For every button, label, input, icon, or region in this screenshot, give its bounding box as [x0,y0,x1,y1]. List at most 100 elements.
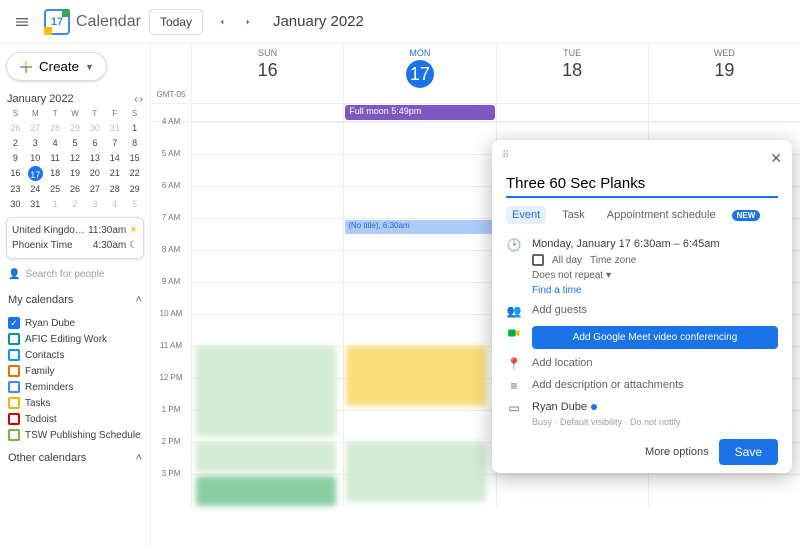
mini-day[interactable]: 17 [28,166,43,181]
prev-period-button[interactable] [211,11,233,33]
mini-day[interactable]: 28 [46,121,65,135]
mini-day[interactable]: 29 [125,182,144,196]
mini-day[interactable]: 15 [125,151,144,165]
tab-task[interactable]: Task [556,206,591,224]
time-slot[interactable] [191,186,343,218]
add-guests[interactable]: Add guests [532,304,778,316]
allday-checkbox[interactable] [532,254,544,266]
event-title-input[interactable] [506,171,778,198]
add-location[interactable]: Add location [532,357,778,369]
time-slot[interactable] [191,250,343,282]
time-slot[interactable] [343,186,495,218]
mini-day[interactable]: 8 [125,136,144,150]
day-header[interactable]: TUE18 [496,44,648,104]
drag-handle-icon[interactable]: ⠿ [502,150,511,167]
mini-day[interactable]: 27 [85,182,104,196]
mini-day[interactable]: 30 [6,197,25,211]
time-slot[interactable] [648,474,800,506]
mini-day[interactable]: 19 [66,166,85,181]
tab-appointment[interactable]: Appointment schedule [601,206,722,224]
mini-day[interactable]: 4 [46,136,65,150]
calendar-checkbox[interactable] [8,413,20,425]
calendar-checkbox[interactable] [8,365,20,377]
mini-day[interactable]: 9 [6,151,25,165]
mini-day[interactable]: 30 [85,121,104,135]
calendar-checkbox[interactable] [8,397,20,409]
next-period-button[interactable] [237,11,259,33]
mini-day[interactable]: 11 [46,151,65,165]
save-button[interactable]: Save [719,439,778,465]
calendar-checkbox[interactable] [8,333,20,345]
add-meet-button[interactable]: Add Google Meet video conferencing [532,326,778,349]
search-people-input[interactable]: 👤 Search for people [6,265,144,284]
create-button[interactable]: Create ▼ [6,52,107,81]
add-description[interactable]: Add description or attachments [532,379,778,391]
mini-day[interactable]: 26 [6,121,25,135]
calendar-list-item[interactable]: Contacts [6,348,144,362]
time-slot[interactable] [343,122,495,154]
mini-day[interactable]: 7 [105,136,124,150]
mini-next-icon[interactable]: › [140,94,143,105]
more-options-button[interactable]: More options [645,446,709,458]
time-slot[interactable] [191,154,343,186]
calendar-list-item[interactable]: Tasks [6,396,144,410]
calendar-checkbox[interactable] [8,429,20,441]
mini-day[interactable]: 31 [105,121,124,135]
mini-day[interactable]: 29 [66,121,85,135]
time-slot[interactable] [343,314,495,346]
close-icon[interactable]: ✕ [770,150,782,167]
mini-day[interactable]: 22 [125,166,144,181]
time-slot[interactable] [191,282,343,314]
mini-day[interactable]: 1 [46,197,65,211]
calendar-list-item[interactable]: Reminders [6,380,144,394]
calendar-list-item[interactable]: Ryan Dube [6,316,144,330]
owner-visibility[interactable]: Busy · Default visibility · Do not notif… [532,417,778,427]
my-calendars-toggle[interactable]: My calendars ˄ [6,290,144,310]
mini-day[interactable]: 5 [125,197,144,211]
time-slot[interactable] [496,474,648,506]
mini-day[interactable]: 1 [125,121,144,135]
mini-day[interactable]: 12 [66,151,85,165]
mini-day[interactable]: 13 [85,151,104,165]
time-slot[interactable] [343,282,495,314]
timezone-link[interactable]: Time zone [590,255,636,266]
time-slot[interactable] [343,250,495,282]
time-slot[interactable] [343,154,495,186]
mini-prev-icon[interactable]: ‹ [134,94,137,105]
mini-day[interactable]: 31 [26,197,45,211]
time-slot[interactable] [191,218,343,250]
calendar-list-item[interactable]: AFIC Editing Work [6,332,144,346]
day-header[interactable]: MON17 [343,44,495,104]
today-button[interactable]: Today [149,9,203,35]
mini-day[interactable]: 2 [66,197,85,211]
time-slot[interactable] [191,314,343,346]
mini-day[interactable]: 14 [105,151,124,165]
calendar-checkbox[interactable] [8,349,20,361]
find-a-time-link[interactable]: Find a time [532,285,778,296]
calendar-list-item[interactable]: Todoist [6,412,144,426]
mini-day[interactable]: 2 [6,136,25,150]
time-slot[interactable] [191,122,343,154]
mini-day[interactable]: 24 [26,182,45,196]
mini-day[interactable]: 21 [105,166,124,181]
mini-day[interactable]: 27 [26,121,45,135]
mini-day[interactable]: 25 [46,182,65,196]
calendar-list-item[interactable]: TSW Publishing Schedule [6,428,144,442]
other-calendars-toggle[interactable]: Other calendars ˄ [6,448,144,468]
draft-event-chip[interactable]: (No title), 6:30am [345,220,494,234]
day-header[interactable]: WED19 [648,44,800,104]
mini-day[interactable]: 23 [6,182,25,196]
tab-event[interactable]: Event [506,206,546,224]
calendar-list-item[interactable]: Family [6,364,144,378]
allday-event[interactable]: Full moon 5:49pm [345,105,494,120]
event-datetime[interactable]: Monday, January 17 6:30am – 6:45am [532,238,778,250]
calendar-checkbox[interactable] [8,317,20,329]
mini-day[interactable]: 18 [46,166,65,181]
mini-day[interactable]: 5 [66,136,85,150]
mini-calendar[interactable]: January 2022 ‹ › SMTWTFS2627282930311234… [6,91,144,211]
mini-day[interactable]: 26 [66,182,85,196]
repeat-select[interactable]: Does not repeat ▾ [532,270,778,281]
mini-day[interactable]: 16 [6,166,25,181]
time-slot[interactable] [343,410,495,442]
hamburger-menu-icon[interactable] [8,8,36,36]
